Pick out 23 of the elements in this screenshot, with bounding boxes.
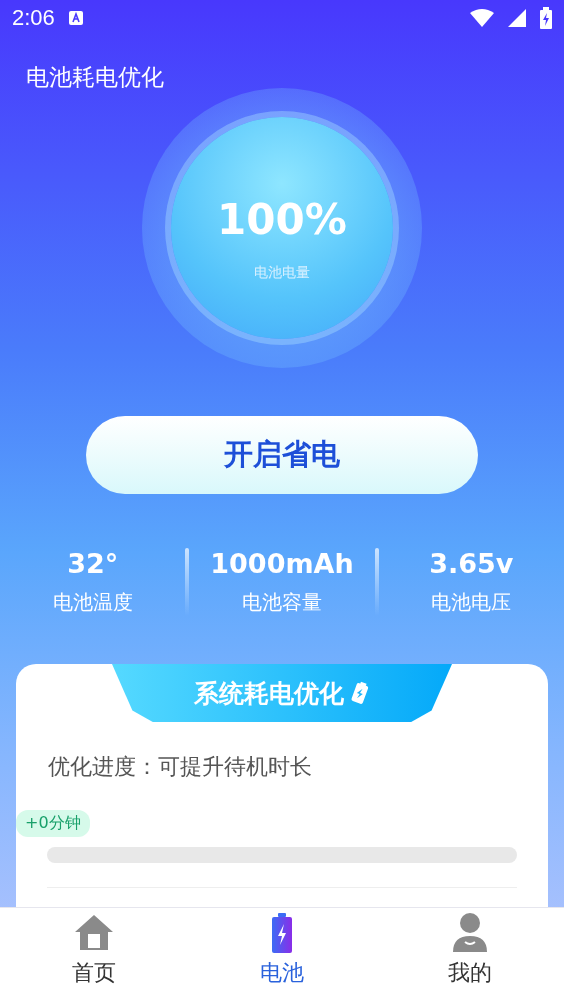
nav-tab[interactable]: 首页 [0, 908, 188, 1004]
gain-tooltip: +0分钟 [16, 810, 90, 837]
card-title: 系统耗电优化 [194, 677, 344, 710]
battery-label: 电池电量 [254, 263, 310, 282]
battery-status-icon [540, 7, 552, 29]
stat-value: 1000mAh [210, 548, 354, 579]
power-save-button[interactable]: 开启省电 [86, 416, 478, 494]
wifi-icon [470, 9, 494, 27]
battery-percent: 100% [217, 194, 347, 244]
notification-icon [68, 11, 83, 25]
status-time: 2:06 [12, 5, 55, 31]
stat-label: 电池温度 [52, 589, 133, 616]
stat-label: 电池容量 [242, 589, 322, 616]
progress-text: 优化进度：可提升待机时长 [48, 753, 312, 781]
battery-icon [270, 912, 294, 954]
nav-tab[interactable]: 电池 [188, 908, 376, 1004]
signal-icon [508, 9, 526, 27]
nav-tab[interactable]: 我的 [376, 908, 564, 1004]
stat-label: 电池电压 [431, 589, 512, 616]
person-icon [452, 912, 488, 954]
stat-value: 3.65v [429, 548, 514, 579]
stat-value: 32° [67, 548, 119, 579]
page-title: 电池耗电优化 [25, 63, 164, 92]
